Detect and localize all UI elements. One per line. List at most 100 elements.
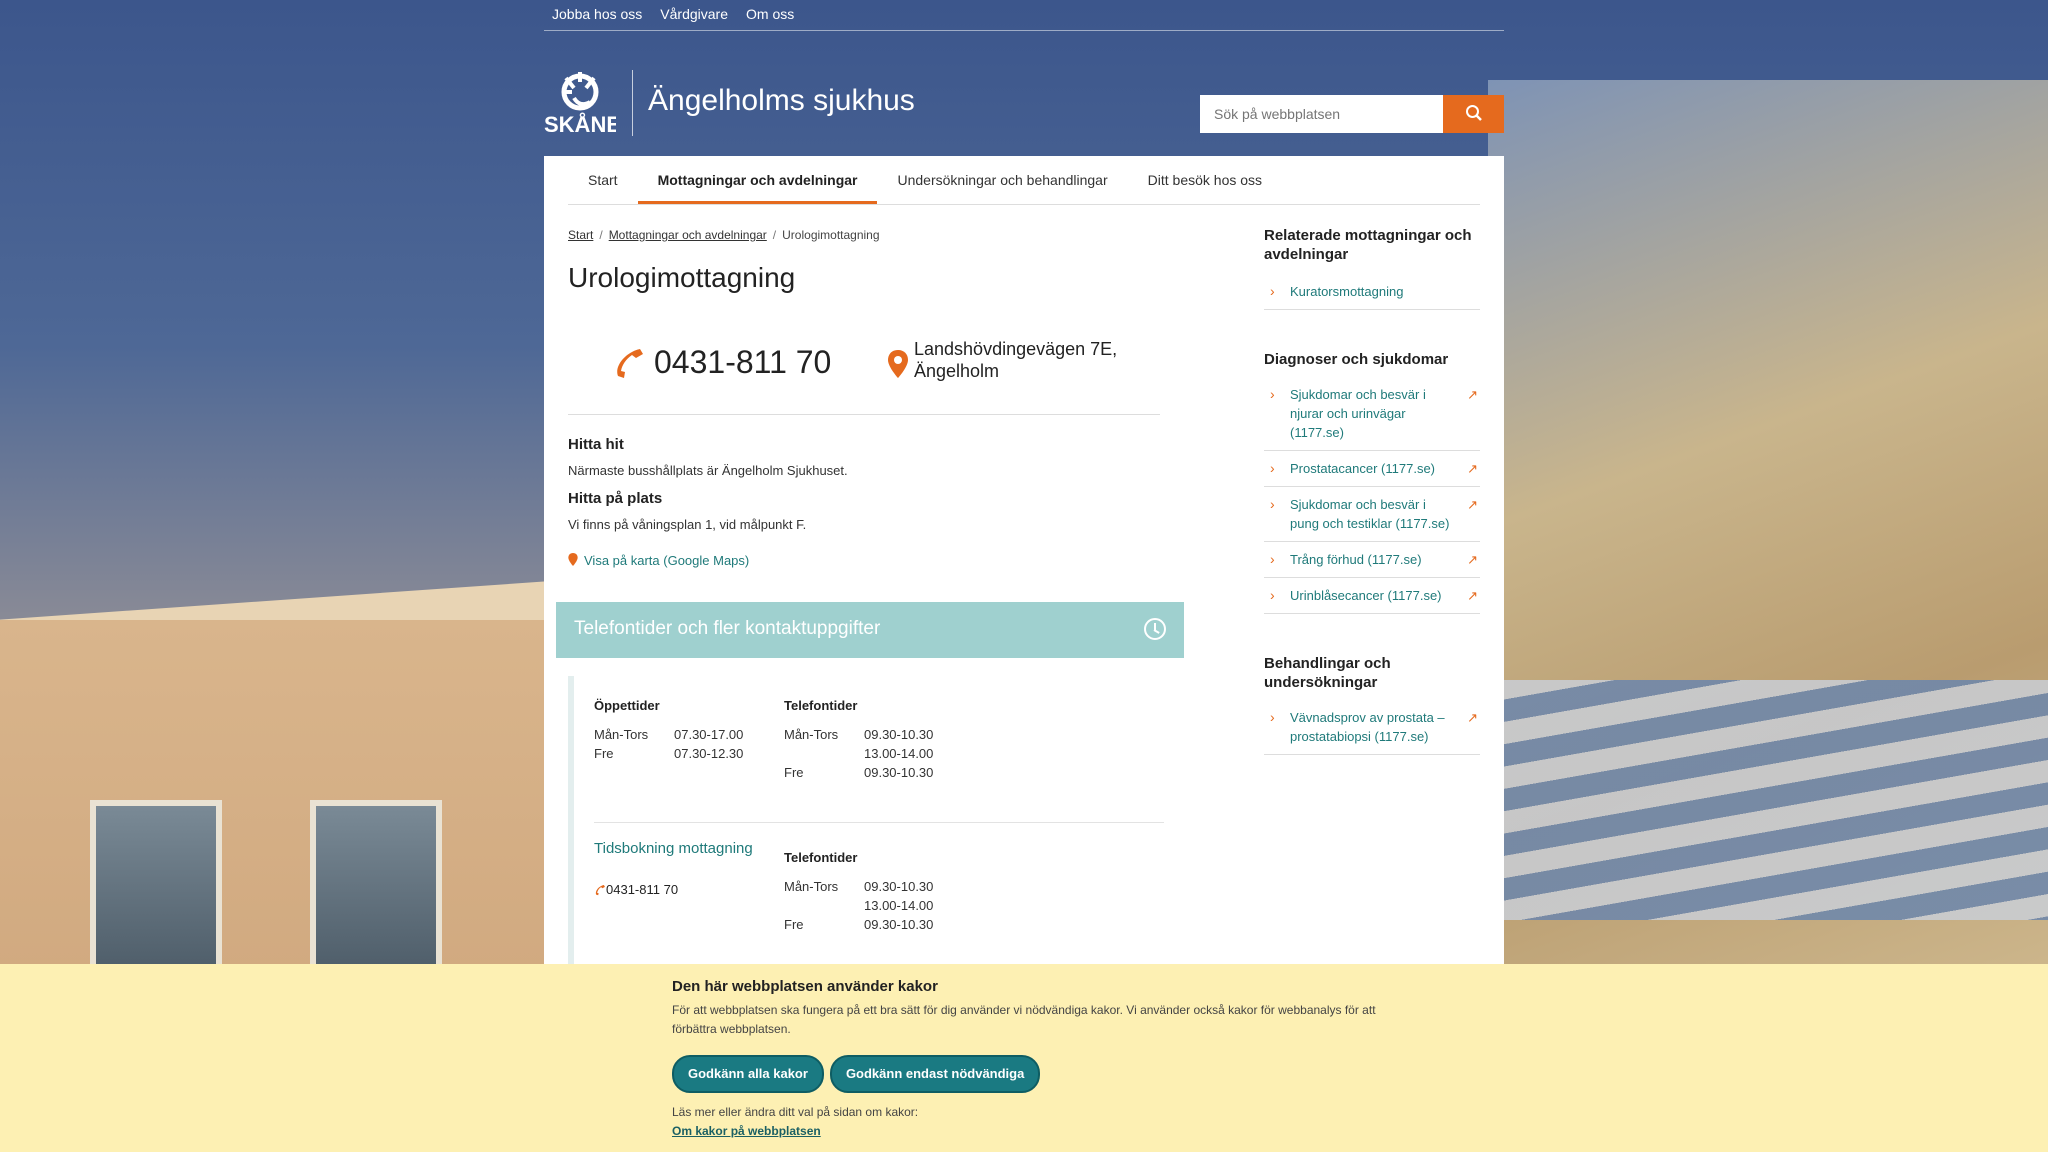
search-input[interactable]	[1200, 95, 1443, 133]
location-pin-icon	[888, 350, 908, 378]
diagnoses-group: Diagnoser och sjukdomar › Sjukdomar och b…	[1264, 350, 1480, 614]
sidebar-item-label: Prostatacancer (1177.se)	[1290, 461, 1435, 476]
tab-undersokningar[interactable]: Undersökningar och behandlingar	[877, 156, 1127, 204]
top-links: Jobba hos oss Vårdgivare Om oss	[544, 0, 1504, 31]
external-link-icon: ↗	[1467, 588, 1478, 603]
phone-day: Fre	[784, 765, 804, 780]
phone-icon	[617, 349, 643, 378]
find-heading: Hitta hit	[568, 436, 624, 453]
phone-time: 09.30-10.30	[864, 727, 934, 742]
top-link-jobba[interactable]: Jobba hos oss	[552, 6, 642, 22]
chevron-right-icon: ›	[1270, 709, 1275, 725]
address-line1: Landshövdingevägen 7E,	[914, 339, 1118, 359]
opening-time: 07.30-12.30	[674, 746, 744, 761]
site-title[interactable]: Ängelholms sjukhus	[648, 84, 915, 118]
sidebar-item-label: Sjukdomar och besvär i njurar och urinvä…	[1290, 387, 1426, 440]
region-skane-logo[interactable]: SKÅNE	[544, 68, 621, 137]
chevron-right-icon: ›	[1270, 460, 1275, 476]
tab-mottagningar[interactable]: Mottagningar och avdelningar	[637, 156, 878, 204]
directions: Hitta hit Närmaste busshållplats är Änge…	[568, 436, 1168, 570]
opening-day: Mån-Tors	[594, 727, 649, 742]
booking-phone[interactable]: 0431-811 70	[594, 882, 678, 897]
booking-day: Mån-Tors	[784, 879, 839, 894]
search-form	[1200, 95, 1504, 133]
phone-icon	[595, 885, 605, 896]
search-button[interactable]	[1443, 95, 1504, 133]
chevron-right-icon: ›	[1270, 587, 1275, 603]
breadcrumb-current: Urologimottagning	[782, 228, 880, 242]
sidebar: Relaterade mottagningar och avdelningar …	[1264, 226, 1480, 795]
accept-all-cookies-button[interactable]: Godkänn alla kakor	[672, 1055, 824, 1093]
external-link-icon: ↗	[1467, 552, 1478, 567]
place-text: Vi finns på våningsplan 1, vid målpunkt …	[568, 517, 807, 532]
breadcrumb: Start / Mottagningar och avdelningar / Urolo…	[568, 228, 880, 242]
chevron-right-icon: ›	[1270, 496, 1275, 512]
contact-accordion[interactable]: Telefontider och fler kontaktuppgifter	[556, 602, 1184, 658]
booking-phone-number: 0431-811 70	[606, 882, 679, 897]
sidebar-item-diagnosis[interactable]: › Urinblåsecancer (1177.se) ↗	[1264, 578, 1480, 614]
opening-heading: Öppettider	[594, 698, 660, 713]
phone-time: 13.00-14.00	[864, 746, 934, 761]
hours-panel: Öppettider Mån-Tors 07.30-17.00 Fre 07.30-…	[568, 676, 1166, 996]
related-group: Relaterade mottagningar och avdelningar …	[1264, 226, 1480, 310]
search-icon	[1465, 104, 1482, 121]
contact-block: 0431-811 70 Landshövdingevägen 7E, Ängel…	[568, 324, 1160, 415]
sidebar-item-label: Trång förhud (1177.se)	[1290, 552, 1422, 567]
header-divider	[632, 70, 633, 136]
booking-time: 09.30-10.30	[864, 879, 934, 894]
sidebar-item-diagnosis[interactable]: › Prostatacancer (1177.se) ↗	[1264, 451, 1480, 487]
cookie-text: För att webbplatsen ska fungera på ett b…	[672, 1003, 1376, 1036]
address: Landshövdingevägen 7E, Ängelholm	[914, 338, 1117, 382]
phone-number[interactable]: 0431-811 70	[654, 344, 831, 381]
booking-time: 13.00-14.00	[864, 898, 934, 913]
background-awning	[1488, 680, 2048, 920]
chevron-right-icon: ›	[1270, 551, 1275, 567]
background-window	[90, 800, 222, 982]
page-title: Urologimottagning	[568, 262, 796, 293]
place-heading: Hitta på plats	[568, 490, 663, 507]
sidebar-item-label: Sjukdomar och besvär i pung och testikla…	[1290, 497, 1450, 531]
booking-time: 09.30-10.30	[864, 917, 934, 932]
accordion-label: Telefontider och fler kontaktuppgifter	[574, 618, 881, 639]
hours-divider	[594, 822, 1164, 823]
sidebar-item-kurator[interactable]: › Kuratorsmottagning	[1264, 274, 1480, 310]
tab-start[interactable]: Start	[568, 156, 638, 204]
phone-time: 09.30-10.30	[864, 765, 934, 780]
diagnoses-heading: Diagnoser och sjukdomar	[1264, 351, 1449, 368]
breadcrumb-start[interactable]: Start	[568, 228, 593, 242]
breadcrumb-mottagningar[interactable]: Mottagningar och avdelningar	[609, 228, 767, 242]
map-link[interactable]: Visa på karta (Google Maps)	[584, 553, 749, 568]
sidebar-item-diagnosis[interactable]: › Sjukdomar och besvär i pung och testikl…	[1264, 487, 1480, 542]
booking-day: Fre	[784, 917, 804, 932]
svg-text:SKÅNE: SKÅNE	[544, 111, 616, 136]
top-link-om-oss[interactable]: Om oss	[746, 6, 794, 22]
chevron-right-icon: ›	[1270, 283, 1275, 299]
external-link-icon: ↗	[1467, 461, 1478, 476]
phone-hours: Telefontider Mån-Tors 09.30-10.30 13.00-1…	[784, 698, 933, 784]
external-link-icon: ↗	[1467, 710, 1478, 725]
sidebar-item-diagnosis[interactable]: › Trång förhud (1177.se) ↗	[1264, 542, 1480, 578]
cookie-more-text: Läs mer eller ändra ditt val på sidan om…	[672, 1105, 919, 1119]
address-line2: Ängelholm	[914, 361, 1000, 381]
map-pin-icon	[568, 553, 578, 566]
clock-icon	[1144, 618, 1166, 640]
sidebar-item-label: Vävnadsprov av prostata – prostatabiopsi…	[1290, 710, 1445, 744]
sidebar-item-diagnosis[interactable]: › Sjukdomar och besvär i njurar och urinv…	[1264, 377, 1480, 451]
main-nav: Start Mottagningar och avdelningar Undersö…	[568, 156, 1480, 205]
related-heading: Relaterade mottagningar och avdelningar	[1264, 227, 1472, 263]
main-card: Start Mottagningar och avdelningar Undersö…	[544, 156, 1504, 996]
top-link-vardgivare[interactable]: Vårdgivare	[660, 6, 728, 22]
chevron-right-icon: ›	[1270, 386, 1275, 402]
cookie-info-link[interactable]: Om kakor på webbplatsen	[672, 1124, 821, 1138]
find-text: Närmaste busshållplats är Ängelholm Sjuk…	[568, 463, 848, 478]
tab-ditt-besok[interactable]: Ditt besök hos oss	[1128, 156, 1282, 204]
booking-hours-heading: Telefontider	[784, 850, 858, 865]
booking-phone-hours: Telefontider Mån-Tors 09.30-10.30 13.00-1…	[784, 850, 933, 936]
sidebar-item-label: Kuratorsmottagning	[1290, 284, 1404, 299]
opening-day: Fre	[594, 746, 614, 761]
booking-link[interactable]: Tidsbokning mottagning	[594, 840, 753, 857]
phone-hours-heading: Telefontider	[784, 698, 858, 713]
accept-necessary-cookies-button[interactable]: Godkänn endast nödvändiga	[829, 1055, 1041, 1093]
phone-day: Mån-Tors	[784, 727, 839, 742]
sidebar-item-treatment[interactable]: › Vävnadsprov av prostata – prostatabiops…	[1264, 700, 1480, 755]
